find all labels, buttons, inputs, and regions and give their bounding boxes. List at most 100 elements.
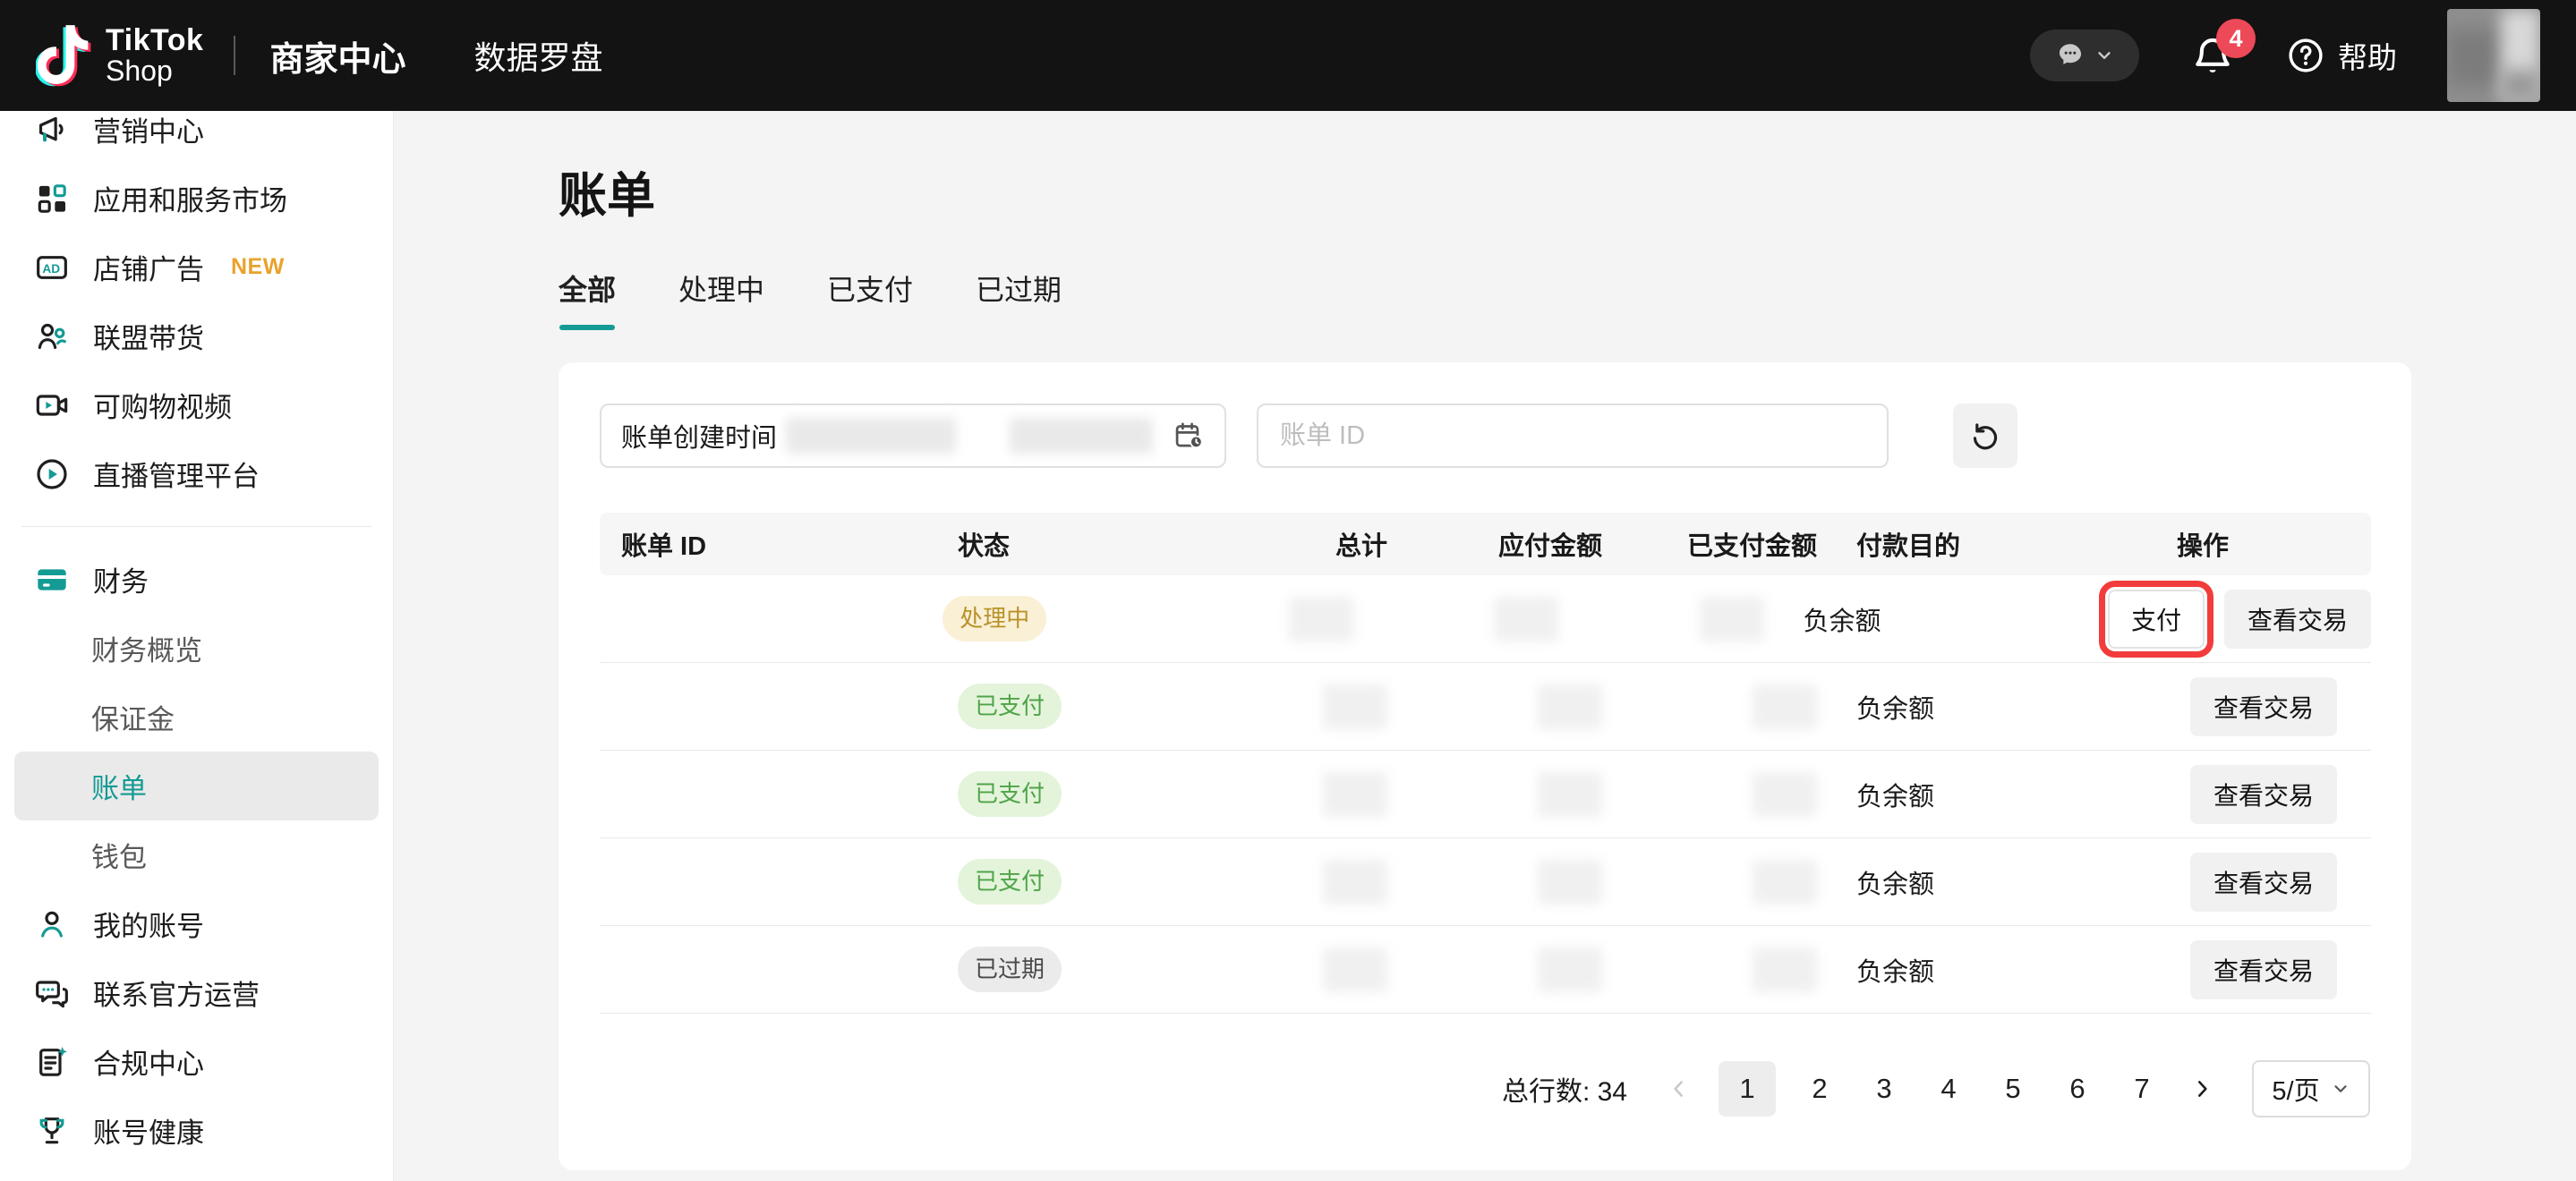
calendar-clock-icon: [1173, 420, 1205, 452]
messages-button[interactable]: [2030, 30, 2139, 81]
sidebar-item-label: 直播管理平台: [93, 454, 260, 494]
redacted-total: [1323, 772, 1387, 817]
redacted-end-date: [1010, 418, 1153, 454]
topbar-right: 4 帮助: [2030, 9, 2540, 102]
tab-processing[interactable]: 处理中: [678, 268, 764, 330]
redacted-total: [1323, 860, 1387, 905]
svg-text:AD: AD: [42, 262, 60, 276]
sidebar-item-affiliate[interactable]: 联盟带货: [0, 302, 393, 370]
tab-all[interactable]: 全部: [559, 268, 616, 330]
table-row: 已过期 负余额 查看交易: [600, 926, 2371, 1014]
brand-tiktok: TikTok: [106, 25, 203, 56]
page-number-7[interactable]: 7: [2121, 1061, 2162, 1117]
megaphone-icon: [34, 112, 70, 148]
sidebar-item-account-health[interactable]: 账号健康: [0, 1096, 393, 1165]
page-title: 账单: [559, 156, 2411, 226]
question-circle-icon: [2286, 36, 2325, 75]
view-transactions-button[interactable]: 查看交易: [2190, 677, 2337, 736]
sidebar-item-label: 应用和服务市场: [93, 178, 287, 218]
status-badge: 处理中: [943, 596, 1046, 641]
status-badge: 已支付: [958, 684, 1062, 729]
sidebar-item-shop-ads[interactable]: AD 店铺广告 NEW: [0, 233, 393, 302]
trophy-icon: [34, 1113, 70, 1149]
sidebar-item-label: 账单: [91, 766, 147, 806]
finance-card-icon: [34, 562, 70, 598]
view-transactions-button[interactable]: 查看交易: [2224, 590, 2371, 649]
reset-refresh-button[interactable]: [1953, 404, 2017, 468]
redacted-start-date: [786, 418, 956, 454]
sidebar-item-deposit[interactable]: 保证金: [0, 683, 393, 752]
table-row: 已支付 负余额 查看交易: [600, 751, 2371, 838]
help-label: 帮助: [2338, 34, 2397, 77]
tiktok-shop-logo[interactable]: TikTok Shop: [36, 21, 203, 90]
redacted-amount-due: [1538, 684, 1602, 729]
page-number-5[interactable]: 5: [1992, 1061, 2034, 1117]
view-transactions-button[interactable]: 查看交易: [2190, 940, 2337, 999]
col-amount-paid: 已支付金额: [1602, 525, 1817, 563]
sidebar-item-wallet[interactable]: 钱包: [0, 820, 393, 889]
live-play-icon: [34, 456, 70, 492]
sidebar-item-label: 财务概览: [91, 628, 202, 668]
redacted-amount-due: [1538, 947, 1602, 992]
table-row: 处理中 负余额 支付 查看交易: [600, 575, 2371, 663]
bill-create-date-range-input[interactable]: 账单创建时间: [600, 404, 1226, 468]
affiliate-people-icon: [34, 319, 70, 354]
sidebar-item-label: 财务: [93, 559, 149, 599]
sidebar-item-app-service-market[interactable]: 应用和服务市场: [0, 164, 393, 233]
notifications-button[interactable]: 4: [2189, 30, 2236, 81]
col-payment-purpose: 付款目的: [1817, 525, 2068, 563]
sidebar-item-compliance-center[interactable]: 合规中心: [0, 1027, 393, 1096]
sidebar-item-marketing-center[interactable]: 营销中心: [0, 111, 393, 164]
tab-expired[interactable]: 已过期: [976, 268, 1062, 330]
view-transactions-button[interactable]: 查看交易: [2190, 765, 2337, 824]
sidebar-item-label: 账号健康: [93, 1110, 204, 1151]
page-number-2[interactable]: 2: [1799, 1061, 1840, 1117]
page-number-6[interactable]: 6: [2057, 1061, 2098, 1117]
next-page-button[interactable]: [2180, 1061, 2223, 1117]
prev-page-button[interactable]: [1658, 1061, 1701, 1117]
sidebar-item-finance[interactable]: 财务: [0, 545, 393, 614]
payment-purpose: 负余额: [1817, 688, 2068, 726]
nav-seller-center[interactable]: 商家中心: [269, 31, 405, 81]
pagination: 总行数: 34 1 2 3 4 5 6 7 5/页: [600, 1060, 2370, 1117]
avatar-blur-region: [2447, 29, 2504, 86]
sidebar-item-finance-overview[interactable]: 财务概览: [0, 614, 393, 683]
status-badge: 已支付: [958, 771, 1062, 817]
main-area: 账单 全部 处理中 已支付 已过期 账单创建时间: [394, 111, 2576, 1181]
status-badge: 已过期: [958, 947, 1062, 992]
payment-purpose: 负余额: [1764, 600, 2005, 638]
page-size-value: 5/页: [2272, 1070, 2319, 1108]
pay-button[interactable]: 支付: [2108, 590, 2205, 649]
col-amount-due: 应付金额: [1387, 525, 1602, 563]
sidebar-item-label: 营销中心: [93, 111, 204, 149]
page-number-3[interactable]: 3: [1864, 1061, 1905, 1117]
col-actions: 操作: [2068, 525, 2371, 563]
sidebar-item-label: 我的账号: [93, 904, 204, 944]
table-header: 账单 ID 状态 总计 应付金额 已支付金额 付款目的 操作: [600, 513, 2371, 575]
avatar[interactable]: [2447, 9, 2540, 102]
sidebar-item-label: 钱包: [91, 835, 147, 875]
bills-table: 账单 ID 状态 总计 应付金额 已支付金额 付款目的 操作 处理中 负余额: [600, 513, 2371, 1014]
sidebar-item-my-account[interactable]: 我的账号: [0, 889, 393, 958]
col-total: 总计: [1208, 525, 1387, 563]
help-button[interactable]: 帮助: [2286, 34, 2397, 77]
sidebar-item-label: 联系官方运营: [93, 973, 260, 1013]
brand-shop: Shop: [106, 56, 203, 86]
sidebar-item-live-management[interactable]: 直播管理平台: [0, 439, 393, 508]
view-transactions-button[interactable]: 查看交易: [2190, 853, 2337, 912]
nav-data-compass[interactable]: 数据罗盘: [473, 32, 602, 79]
redacted-amount-due: [1494, 597, 1558, 641]
bill-id-input[interactable]: [1257, 404, 1889, 468]
page-number-4[interactable]: 4: [1928, 1061, 1969, 1117]
page-number-1[interactable]: 1: [1719, 1061, 1776, 1117]
tab-paid[interactable]: 已支付: [827, 268, 913, 330]
page-size-select[interactable]: 5/页: [2252, 1060, 2370, 1117]
compliance-doc-icon: [34, 1044, 70, 1080]
sidebar-item-shoppable-video[interactable]: 可购物视频: [0, 370, 393, 439]
redacted-amount-paid: [1753, 684, 1817, 729]
sidebar-item-label: 合规中心: [93, 1041, 204, 1082]
redacted-total: [1323, 684, 1387, 729]
avatar-blur-region: [2501, 70, 2540, 102]
sidebar-item-bills[interactable]: 账单: [14, 752, 379, 820]
sidebar-item-contact-official[interactable]: 联系官方运营: [0, 958, 393, 1027]
